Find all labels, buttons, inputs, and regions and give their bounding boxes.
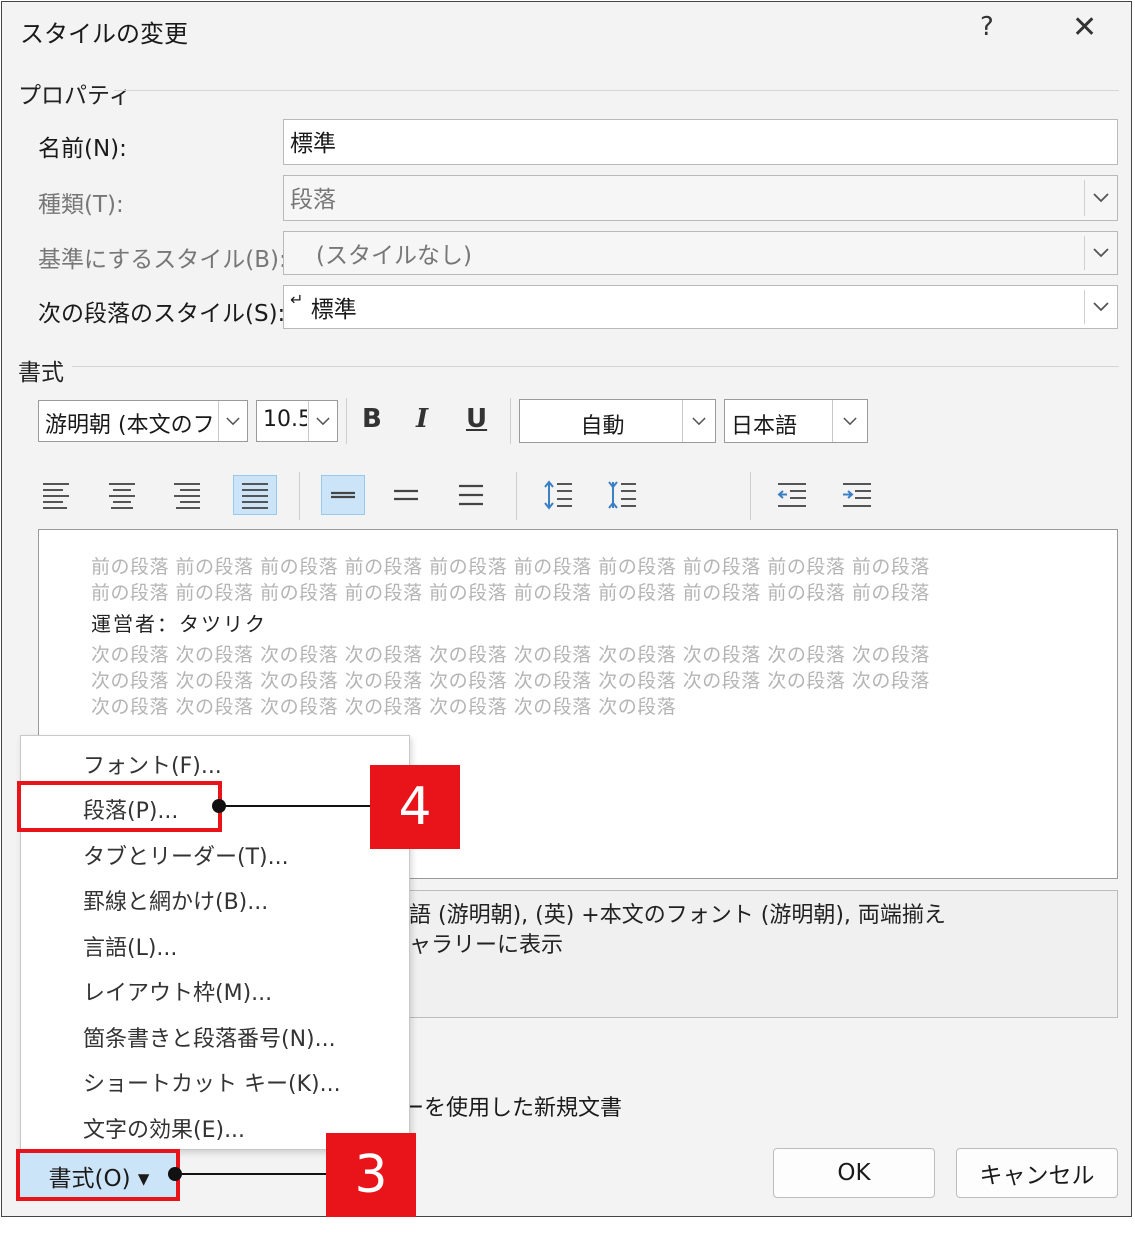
chevron-down-icon — [1084, 180, 1117, 216]
close-icon[interactable]: ✕ — [1072, 10, 1097, 45]
align-left-button[interactable] — [34, 475, 78, 515]
step-4-callout: 4 — [370, 765, 460, 849]
preview-next-line: 次の段落 次の段落 次の段落 次の段落 次の段落 次の段落 次の段落 次の段落 … — [91, 644, 930, 666]
align-center-button[interactable] — [100, 475, 144, 515]
based-on-select[interactable]: (スタイルなし) — [283, 231, 1118, 275]
language-value: 日本語 — [731, 414, 798, 439]
preview-main-text: 運営者：タツリク — [91, 612, 267, 636]
menu-item-bullets-numbering[interactable]: 箇条書きと段落番号(N)... — [83, 1021, 336, 1053]
preview-previous-line: 前の段落 前の段落 前の段落 前の段落 前の段落 前の段落 前の段落 前の段落 … — [91, 556, 930, 578]
language-select[interactable]: 日本語 — [724, 399, 868, 443]
description-line: ャラリーに表示 — [409, 933, 564, 958]
ok-button-label: OK — [837, 1160, 871, 1186]
justify-button[interactable] — [233, 475, 277, 515]
cancel-button[interactable]: キャンセル — [956, 1148, 1118, 1198]
font-color-value: 自動 — [580, 414, 625, 439]
toolbar-separator — [750, 472, 751, 520]
menu-item-font[interactable]: フォント(F)... — [83, 748, 222, 780]
single-spacing-button[interactable] — [321, 475, 365, 515]
italic-button[interactable]: I — [416, 404, 428, 434]
bold-button[interactable]: B — [362, 404, 382, 434]
based-on-select-value: (スタイルなし) — [316, 243, 472, 269]
decrease-paragraph-spacing-button[interactable] — [600, 475, 644, 515]
type-select[interactable]: 段落 — [283, 175, 1118, 221]
next-style-select-value: 標準 — [310, 297, 357, 323]
increase-paragraph-spacing-button[interactable] — [536, 475, 580, 515]
chevron-down-icon — [1084, 290, 1117, 324]
chevron-down-icon — [682, 400, 715, 442]
increase-indent-button[interactable] — [835, 475, 879, 515]
preview-previous-line: 前の段落 前の段落 前の段落 前の段落 前の段落 前の段落 前の段落 前の段落 … — [91, 582, 930, 604]
name-label: 名前(N): — [38, 136, 127, 162]
next-style-select[interactable]: ↵ 標準 — [283, 285, 1118, 329]
toolbar-separator — [346, 398, 347, 444]
format-button-highlight — [16, 1149, 180, 1201]
paragraph-spacing-increase-icon — [544, 480, 572, 510]
help-icon[interactable]: ? — [980, 12, 994, 42]
preview-next-line: 次の段落 次の段落 次の段落 次の段落 次の段落 次の段落 次の段落 次の段落 … — [91, 670, 930, 692]
menu-item-tabs[interactable]: タブとリーダー(T)... — [83, 839, 289, 871]
callout-line — [219, 805, 371, 807]
double-spacing-button[interactable] — [449, 475, 493, 515]
align-center-icon — [109, 483, 135, 509]
chevron-down-icon — [832, 400, 867, 442]
format-group-label: 書式 — [18, 360, 64, 386]
toolbar-separator — [299, 472, 300, 520]
underline-button[interactable]: U — [466, 404, 487, 434]
callout-line — [175, 1173, 328, 1175]
dialog-title: スタイルの変更 — [20, 20, 188, 48]
align-right-icon — [174, 483, 200, 509]
menu-item-frame[interactable]: レイアウト枠(M)... — [83, 975, 272, 1007]
format-divider — [72, 366, 1119, 367]
align-right-button[interactable] — [165, 475, 209, 515]
chevron-down-icon — [1084, 236, 1117, 270]
paragraph-item-highlight — [17, 781, 222, 832]
align-left-icon — [43, 483, 69, 509]
decrease-indent-icon — [777, 483, 806, 507]
step-3-callout: 3 — [326, 1133, 416, 1217]
paragraph-mark-icon: ↵ — [290, 290, 304, 309]
properties-divider — [114, 90, 1119, 91]
increase-indent-icon — [843, 483, 871, 507]
menu-item-text-effects[interactable]: 文字の効果(E)... — [83, 1112, 245, 1144]
next-style-label: 次の段落のスタイル(S): — [38, 301, 286, 327]
description-line: 語 (游明朝), (英) +本文のフォント (游明朝), 両端揃え — [409, 903, 946, 928]
toolbar-separator — [516, 472, 517, 520]
name-input-value: 標準 — [290, 131, 336, 157]
font-size-value: 10.5 — [263, 407, 307, 432]
menu-item-language[interactable]: 言語(L)... — [83, 930, 177, 962]
modify-style-dialog: スタイルの変更 ? ✕ プロパティ 名前(N): 標準 種類(T): 段落 基準… — [1, 1, 1132, 1217]
preview-next-line: 次の段落 次の段落 次の段落 次の段落 次の段落 次の段落 次の段落 — [91, 696, 677, 718]
title-bar: スタイルの変更 ? ✕ — [2, 2, 1131, 58]
menu-item-shortcut-key[interactable]: ショートカット キー(K)... — [83, 1066, 341, 1098]
one-half-spacing-icon — [394, 489, 418, 501]
properties-group-label: プロパティ — [18, 83, 132, 109]
single-spacing-icon — [331, 491, 355, 499]
font-size-select[interactable]: 10.5 — [256, 400, 338, 442]
paragraph-spacing-decrease-icon — [608, 481, 636, 509]
name-input[interactable]: 標準 — [283, 119, 1118, 165]
ok-button[interactable]: OK — [773, 1148, 935, 1198]
type-label: 種類(T): — [38, 192, 124, 218]
chevron-down-icon — [308, 401, 337, 441]
decrease-indent-button[interactable] — [770, 475, 814, 515]
new-document-option-label[interactable]: ーを使用した新規文書 — [402, 1090, 622, 1122]
toolbar-separator — [510, 398, 511, 444]
justify-icon — [242, 483, 268, 509]
font-color-select[interactable]: 自動 — [519, 399, 716, 443]
cancel-button-label: キャンセル — [979, 1163, 1095, 1189]
font-select-value: 游明朝 (本文のフ — [45, 413, 215, 438]
font-select[interactable]: 游明朝 (本文のフ — [38, 400, 248, 442]
type-select-value: 段落 — [290, 187, 336, 213]
based-on-label: 基準にするスタイル(B): — [38, 247, 287, 273]
one-half-spacing-button[interactable] — [384, 475, 428, 515]
chevron-down-icon — [218, 401, 247, 441]
menu-item-borders-shading[interactable]: 罫線と網かけ(B)... — [83, 884, 268, 916]
double-spacing-icon — [459, 484, 483, 506]
